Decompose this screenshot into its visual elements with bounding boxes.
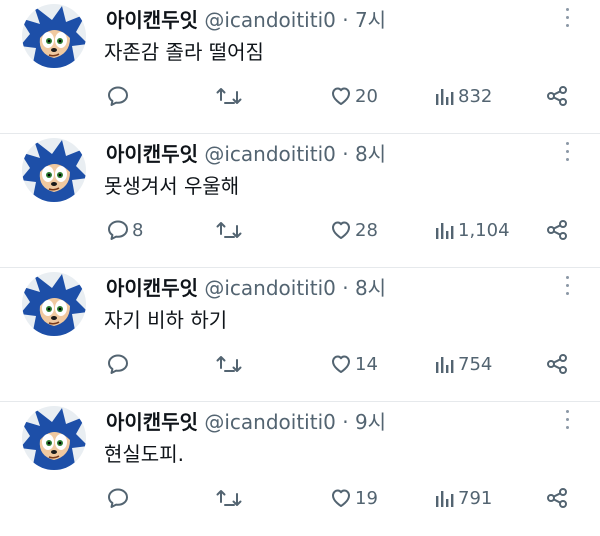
views-chart-icon [434, 84, 456, 108]
author-handle[interactable]: @icandoititi0 [204, 410, 336, 434]
sonic-avatar-icon[interactable] [22, 4, 86, 68]
sonic-avatar-icon[interactable] [22, 406, 86, 470]
share-button[interactable] [545, 348, 569, 380]
author-name[interactable]: 아이캔두잇 [106, 410, 198, 434]
timestamp[interactable]: 8시 [355, 142, 386, 166]
tweet-text: 자기 비하 하기 [104, 308, 228, 332]
views-button[interactable]: 791 [434, 482, 492, 514]
tweet-actions: 20 832 [0, 80, 600, 112]
tweet-actions: 19 791 [0, 482, 600, 514]
views-chart-icon [434, 218, 456, 242]
like-button[interactable]: 19 [329, 482, 378, 514]
author-handle[interactable]: @icandoititi0 [204, 276, 336, 300]
views-chart-icon [434, 486, 456, 510]
reply-button[interactable] [106, 80, 132, 112]
tweet-header: 아이캔두잇 @icandoititi0 · 7시 [106, 4, 386, 33]
tweet[interactable]: 아이캔두잇 @icandoititi0 · 8시 못생겨서 우울해 8 28 1… [0, 134, 600, 268]
timeline: 아이캔두잇 @icandoititi0 · 7시 자존감 졸라 떨어짐 20 8… [0, 0, 600, 536]
tweet-header: 아이캔두잇 @icandoititi0 · 8시 [106, 272, 386, 301]
tweet[interactable]: 아이캔두잇 @icandoititi0 · 7시 자존감 졸라 떨어짐 20 8… [0, 0, 600, 134]
like-count: 14 [355, 353, 378, 375]
reply-count: 8 [132, 219, 144, 241]
retweet-icon [216, 84, 242, 108]
tweet[interactable]: 아이캔두잇 @icandoititi0 · 8시 자기 비하 하기 14 754 [0, 268, 600, 402]
share-icon [545, 352, 569, 376]
tweet-header: 아이캔두잇 @icandoititi0 · 8시 [106, 138, 386, 167]
heart-icon [329, 84, 353, 108]
views-chart-icon [434, 352, 456, 376]
reply-icon [106, 84, 130, 108]
views-count: 1,104 [458, 219, 510, 241]
timestamp[interactable]: 7시 [355, 8, 386, 32]
like-button[interactable]: 20 [329, 80, 378, 112]
reply-icon [106, 218, 130, 242]
author-name[interactable]: 아이캔두잇 [106, 142, 198, 166]
more-dots-icon[interactable] [562, 276, 572, 300]
reply-button[interactable]: 8 [106, 214, 143, 246]
retweet-icon [216, 218, 242, 242]
sonic-avatar-icon[interactable] [22, 138, 86, 202]
retweet-button[interactable] [216, 348, 244, 380]
share-button[interactable] [545, 214, 569, 246]
views-button[interactable]: 1,104 [434, 214, 510, 246]
reply-button[interactable] [106, 482, 132, 514]
tweet-header: 아이캔두잇 @icandoititi0 · 9시 [106, 406, 386, 435]
share-button[interactable] [545, 482, 569, 514]
timestamp[interactable]: 9시 [355, 410, 386, 434]
tweet-actions: 14 754 [0, 348, 600, 380]
tweet[interactable]: 아이캔두잇 @icandoititi0 · 9시 현실도피. 19 791 [0, 402, 600, 536]
retweet-button[interactable] [216, 214, 244, 246]
like-button[interactable]: 14 [329, 348, 378, 380]
more-dots-icon[interactable] [562, 8, 572, 32]
reply-button[interactable] [106, 348, 132, 380]
tweet-text: 못생겨서 우울해 [104, 174, 240, 198]
retweet-icon [216, 352, 242, 376]
heart-icon [329, 218, 353, 242]
author-handle[interactable]: @icandoititi0 [204, 8, 336, 32]
more-dots-icon[interactable] [562, 410, 572, 434]
like-button[interactable]: 28 [329, 214, 378, 246]
dot-separator: · [342, 276, 355, 300]
tweet-text: 자존감 졸라 떨어짐 [104, 40, 264, 64]
heart-icon [329, 486, 353, 510]
like-count: 20 [355, 85, 378, 107]
author-handle[interactable]: @icandoititi0 [204, 142, 336, 166]
reply-icon [106, 486, 130, 510]
dot-separator: · [342, 142, 355, 166]
timestamp[interactable]: 8시 [355, 276, 386, 300]
like-count: 19 [355, 487, 378, 509]
reply-icon [106, 352, 130, 376]
like-count: 28 [355, 219, 378, 241]
dot-separator: · [342, 410, 355, 434]
views-count: 754 [458, 353, 493, 375]
sonic-avatar-icon[interactable] [22, 272, 86, 336]
share-icon [545, 486, 569, 510]
views-button[interactable]: 832 [434, 80, 492, 112]
share-icon [545, 218, 569, 242]
tweet-actions: 8 28 1,104 [0, 214, 600, 246]
author-name[interactable]: 아이캔두잇 [106, 276, 198, 300]
share-icon [545, 84, 569, 108]
dot-separator: · [342, 8, 355, 32]
retweet-icon [216, 486, 242, 510]
heart-icon [329, 352, 353, 376]
tweet-text: 현실도피. [104, 442, 184, 466]
share-button[interactable] [545, 80, 569, 112]
retweet-button[interactable] [216, 482, 244, 514]
author-name[interactable]: 아이캔두잇 [106, 8, 198, 32]
views-button[interactable]: 754 [434, 348, 492, 380]
more-dots-icon[interactable] [562, 142, 572, 166]
views-count: 832 [458, 85, 493, 107]
retweet-button[interactable] [216, 80, 244, 112]
views-count: 791 [458, 487, 493, 509]
